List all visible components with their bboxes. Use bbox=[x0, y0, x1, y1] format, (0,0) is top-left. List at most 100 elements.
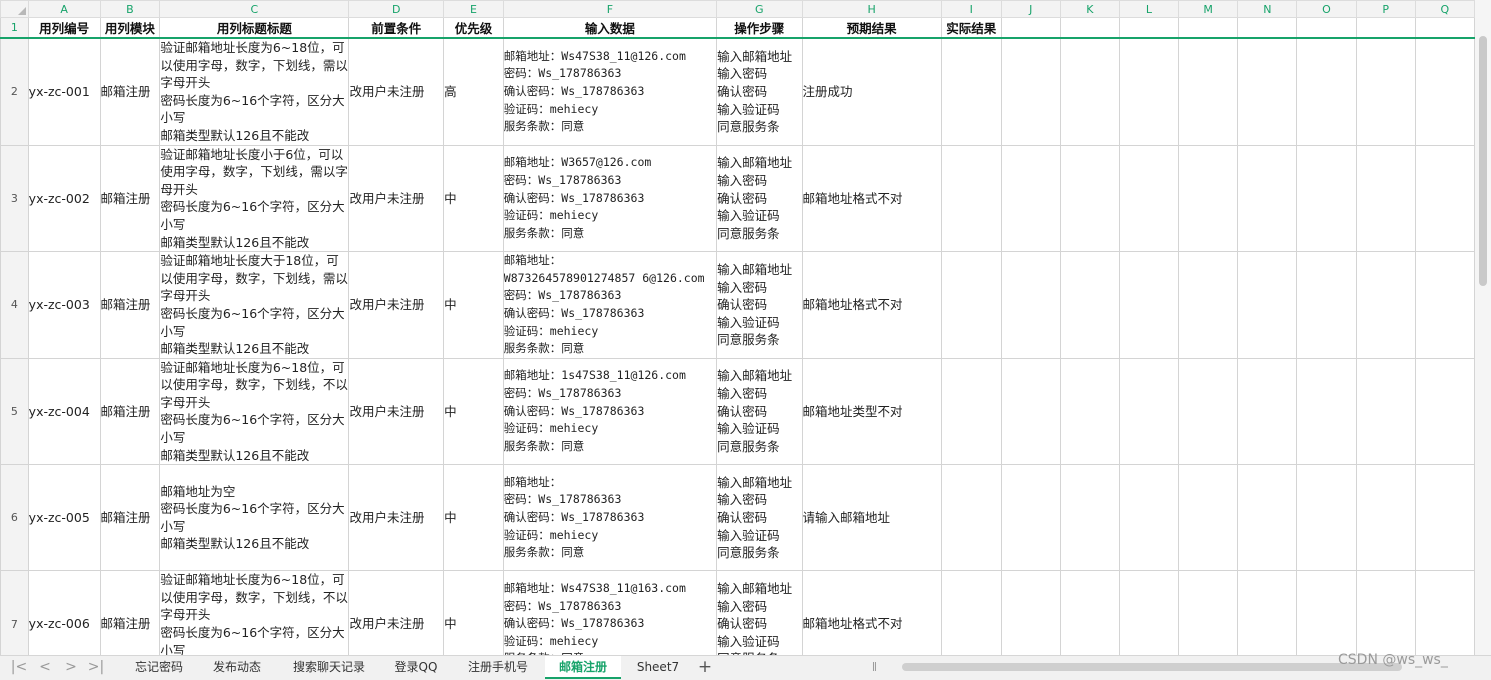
sheet-tab[interactable]: 邮箱注册 bbox=[545, 656, 621, 679]
steps-cell[interactable]: 输入邮箱地址 输入密码 确认密码 输入验证码 同意服务条 bbox=[716, 464, 803, 572]
column-header[interactable]: D bbox=[348, 0, 445, 18]
empty-cell[interactable] bbox=[1237, 37, 1298, 146]
sheet-tab[interactable]: Sheet7 bbox=[625, 656, 691, 679]
title-cell[interactable]: 验证邮箱地址长度为6~18位，可以使用字母，数字，下划线，不以字母开头 密码长度… bbox=[159, 570, 350, 655]
empty-cell[interactable] bbox=[1355, 251, 1416, 359]
precondition-cell[interactable]: 改用户未注册 bbox=[348, 251, 445, 359]
sheet-tab[interactable]: 忘记密码 bbox=[122, 656, 196, 679]
actual-result-cell[interactable] bbox=[940, 570, 1002, 655]
empty-cell[interactable] bbox=[1414, 144, 1475, 253]
steps-cell[interactable]: 输入邮箱地址 输入密码 确认密码 输入验证码 同意服务条 bbox=[716, 37, 803, 146]
empty-cell[interactable] bbox=[1118, 37, 1180, 146]
empty-cell[interactable] bbox=[1059, 464, 1120, 572]
actual-result-cell[interactable] bbox=[940, 37, 1002, 146]
sheet-tab[interactable]: 发布动态 bbox=[197, 656, 277, 679]
priority-cell[interactable]: 高 bbox=[443, 37, 504, 146]
input-data-cell[interactable]: 邮箱地址： 密码：Ws_178786363 确认密码：Ws_178786363 … bbox=[502, 464, 718, 572]
row-number[interactable]: 5 bbox=[0, 357, 29, 466]
sheet-tab[interactable]: 搜索聊天记录 bbox=[283, 656, 375, 679]
row-number[interactable]: 4 bbox=[0, 251, 29, 359]
column-header[interactable]: A bbox=[27, 0, 101, 18]
precondition-cell[interactable]: 改用户未注册 bbox=[348, 37, 445, 146]
empty-cell[interactable] bbox=[1059, 37, 1120, 146]
case-id-cell[interactable]: yx-zc-001 bbox=[27, 37, 101, 146]
expected-result-cell[interactable]: 请输入邮箱地址 bbox=[801, 464, 942, 572]
empty-cell[interactable] bbox=[1296, 37, 1357, 146]
empty-cell[interactable] bbox=[1355, 37, 1416, 146]
precondition-cell[interactable]: 改用户未注册 bbox=[348, 464, 445, 572]
empty-cell[interactable] bbox=[1118, 570, 1180, 655]
module-cell[interactable]: 邮箱注册 bbox=[99, 357, 161, 466]
empty-cell[interactable] bbox=[1118, 144, 1180, 253]
column-header[interactable]: L bbox=[1118, 0, 1180, 18]
row-number[interactable]: 2 bbox=[0, 37, 29, 146]
header-cell-expected[interactable]: 预期结果 bbox=[801, 17, 942, 39]
add-sheet-icon[interactable]: + bbox=[696, 656, 714, 679]
empty-cell[interactable] bbox=[1237, 357, 1298, 466]
actual-result-cell[interactable] bbox=[940, 251, 1002, 359]
column-header[interactable]: H bbox=[801, 0, 942, 18]
empty-cell[interactable] bbox=[1414, 17, 1475, 39]
column-header[interactable]: B bbox=[99, 0, 161, 18]
header-cell-precondition[interactable]: 前置条件 bbox=[348, 17, 445, 39]
empty-cell[interactable] bbox=[1000, 144, 1061, 253]
empty-cell[interactable] bbox=[1000, 37, 1061, 146]
empty-cell[interactable] bbox=[1000, 251, 1061, 359]
empty-cell[interactable] bbox=[1355, 570, 1416, 655]
empty-cell[interactable] bbox=[1178, 37, 1239, 146]
empty-cell[interactable] bbox=[1355, 357, 1416, 466]
empty-cell[interactable] bbox=[1178, 251, 1239, 359]
empty-cell[interactable] bbox=[1059, 570, 1120, 655]
row-number[interactable]: 1 bbox=[0, 17, 29, 39]
empty-cell[interactable] bbox=[1355, 464, 1416, 572]
header-cell-module[interactable]: 用列模块 bbox=[99, 17, 161, 39]
header-cell-priority[interactable]: 优先级 bbox=[443, 17, 504, 39]
case-id-cell[interactable]: yx-zc-002 bbox=[27, 144, 101, 253]
empty-cell[interactable] bbox=[1355, 144, 1416, 253]
vertical-scroll-thumb[interactable] bbox=[1479, 36, 1487, 286]
header-cell-id[interactable]: 用列编号 bbox=[27, 17, 101, 39]
priority-cell[interactable]: 中 bbox=[443, 144, 504, 253]
header-cell-actual[interactable]: 实际结果 bbox=[940, 17, 1002, 39]
empty-cell[interactable] bbox=[1296, 251, 1357, 359]
actual-result-cell[interactable] bbox=[940, 357, 1002, 466]
sheet-tab[interactable]: 登录QQ bbox=[381, 656, 451, 679]
empty-cell[interactable] bbox=[1414, 37, 1475, 146]
empty-cell[interactable] bbox=[1059, 144, 1120, 253]
title-cell[interactable]: 邮箱地址为空 密码长度为6~16个字符，区分大小写 邮箱类型默认126且不能改 bbox=[159, 464, 350, 572]
title-cell[interactable]: 验证邮箱地址长度大于18位，可以使用字母，数字，下划线，需以字母开头 密码长度为… bbox=[159, 251, 350, 359]
empty-cell[interactable] bbox=[1296, 464, 1357, 572]
module-cell[interactable]: 邮箱注册 bbox=[99, 37, 161, 146]
empty-cell[interactable] bbox=[1118, 357, 1180, 466]
empty-cell[interactable] bbox=[1237, 464, 1298, 572]
horizontal-scroll-thumb[interactable] bbox=[902, 663, 1402, 671]
prev-sheet-icon[interactable]: < bbox=[36, 658, 54, 676]
column-header[interactable]: Q bbox=[1414, 0, 1475, 18]
empty-cell[interactable] bbox=[1178, 570, 1239, 655]
empty-cell[interactable] bbox=[1296, 357, 1357, 466]
precondition-cell[interactable]: 改用户未注册 bbox=[348, 570, 445, 655]
title-cell[interactable]: 验证邮箱地址长度小于6位，可以使用字母，数字，下划线，需以字母开头 密码长度为6… bbox=[159, 144, 350, 253]
empty-cell[interactable] bbox=[1296, 17, 1357, 39]
column-header[interactable]: I bbox=[940, 0, 1002, 18]
empty-cell[interactable] bbox=[1296, 144, 1357, 253]
expected-result-cell[interactable]: 邮箱地址格式不对 bbox=[801, 251, 942, 359]
split-handle-icon[interactable]: ǁ bbox=[872, 661, 878, 673]
empty-cell[interactable] bbox=[1059, 17, 1120, 39]
case-id-cell[interactable]: yx-zc-004 bbox=[27, 357, 101, 466]
row-number[interactable]: 3 bbox=[0, 144, 29, 253]
steps-cell[interactable]: 输入邮箱地址 输入密码 确认密码 输入验证码 同意服务条 bbox=[716, 570, 803, 655]
column-header[interactable]: G bbox=[716, 0, 803, 18]
empty-cell[interactable] bbox=[1355, 17, 1416, 39]
row-number[interactable]: 6 bbox=[0, 464, 29, 572]
empty-cell[interactable] bbox=[1000, 464, 1061, 572]
case-id-cell[interactable]: yx-zc-005 bbox=[27, 464, 101, 572]
expected-result-cell[interactable]: 邮箱地址类型不对 bbox=[801, 357, 942, 466]
input-data-cell[interactable]: 邮箱地址：1s47S38_11@126.com 密码：Ws_178786363 … bbox=[502, 357, 718, 466]
module-cell[interactable]: 邮箱注册 bbox=[99, 570, 161, 655]
empty-cell[interactable] bbox=[1237, 17, 1298, 39]
empty-cell[interactable] bbox=[1414, 464, 1475, 572]
input-data-cell[interactable]: 邮箱地址：Ws47S38_11@163.com 密码：Ws_178786363 … bbox=[502, 570, 718, 655]
title-cell[interactable]: 验证邮箱地址长度为6~18位，可以使用字母，数字，下划线，不以字母开头 密码长度… bbox=[159, 357, 350, 466]
column-header[interactable]: C bbox=[159, 0, 350, 18]
